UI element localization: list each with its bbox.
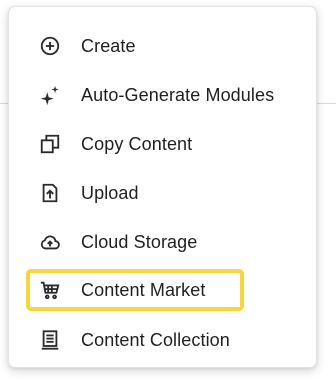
menu-item-auto-generate-modules[interactable]: Auto-Generate Modules bbox=[19, 74, 309, 116]
menu-item-label: Copy Content bbox=[81, 133, 193, 154]
menu-item-label: Auto-Generate Modules bbox=[81, 84, 275, 105]
menu-item-copy-content[interactable]: Copy Content bbox=[19, 123, 309, 165]
plus-circle-icon bbox=[39, 35, 61, 57]
cloud-upload-icon bbox=[39, 231, 61, 253]
menu-item-label: Create bbox=[81, 35, 136, 56]
add-content-menu: Create Auto-Generate Modules Copy Conten… bbox=[8, 6, 317, 368]
menu-item-label: Content Collection bbox=[81, 329, 230, 350]
menu-item-label: Upload bbox=[81, 182, 139, 203]
menu-item-cloud-storage[interactable]: Cloud Storage bbox=[19, 221, 309, 263]
page: Create Auto-Generate Modules Copy Conten… bbox=[0, 0, 336, 381]
upload-icon bbox=[39, 182, 61, 204]
menu-item-content-market[interactable]: Content Market bbox=[26, 269, 244, 311]
menu-item-upload[interactable]: Upload bbox=[19, 172, 309, 214]
copy-icon bbox=[39, 133, 61, 155]
menu-item-label: Cloud Storage bbox=[81, 231, 198, 252]
sparkles-icon bbox=[39, 84, 61, 106]
menu-item-content-collection[interactable]: Content Collection bbox=[19, 319, 309, 361]
menu-item-label: Content Market bbox=[81, 279, 206, 300]
cart-icon bbox=[39, 279, 61, 301]
collection-icon bbox=[39, 329, 61, 351]
menu-item-create[interactable]: Create bbox=[19, 25, 309, 67]
